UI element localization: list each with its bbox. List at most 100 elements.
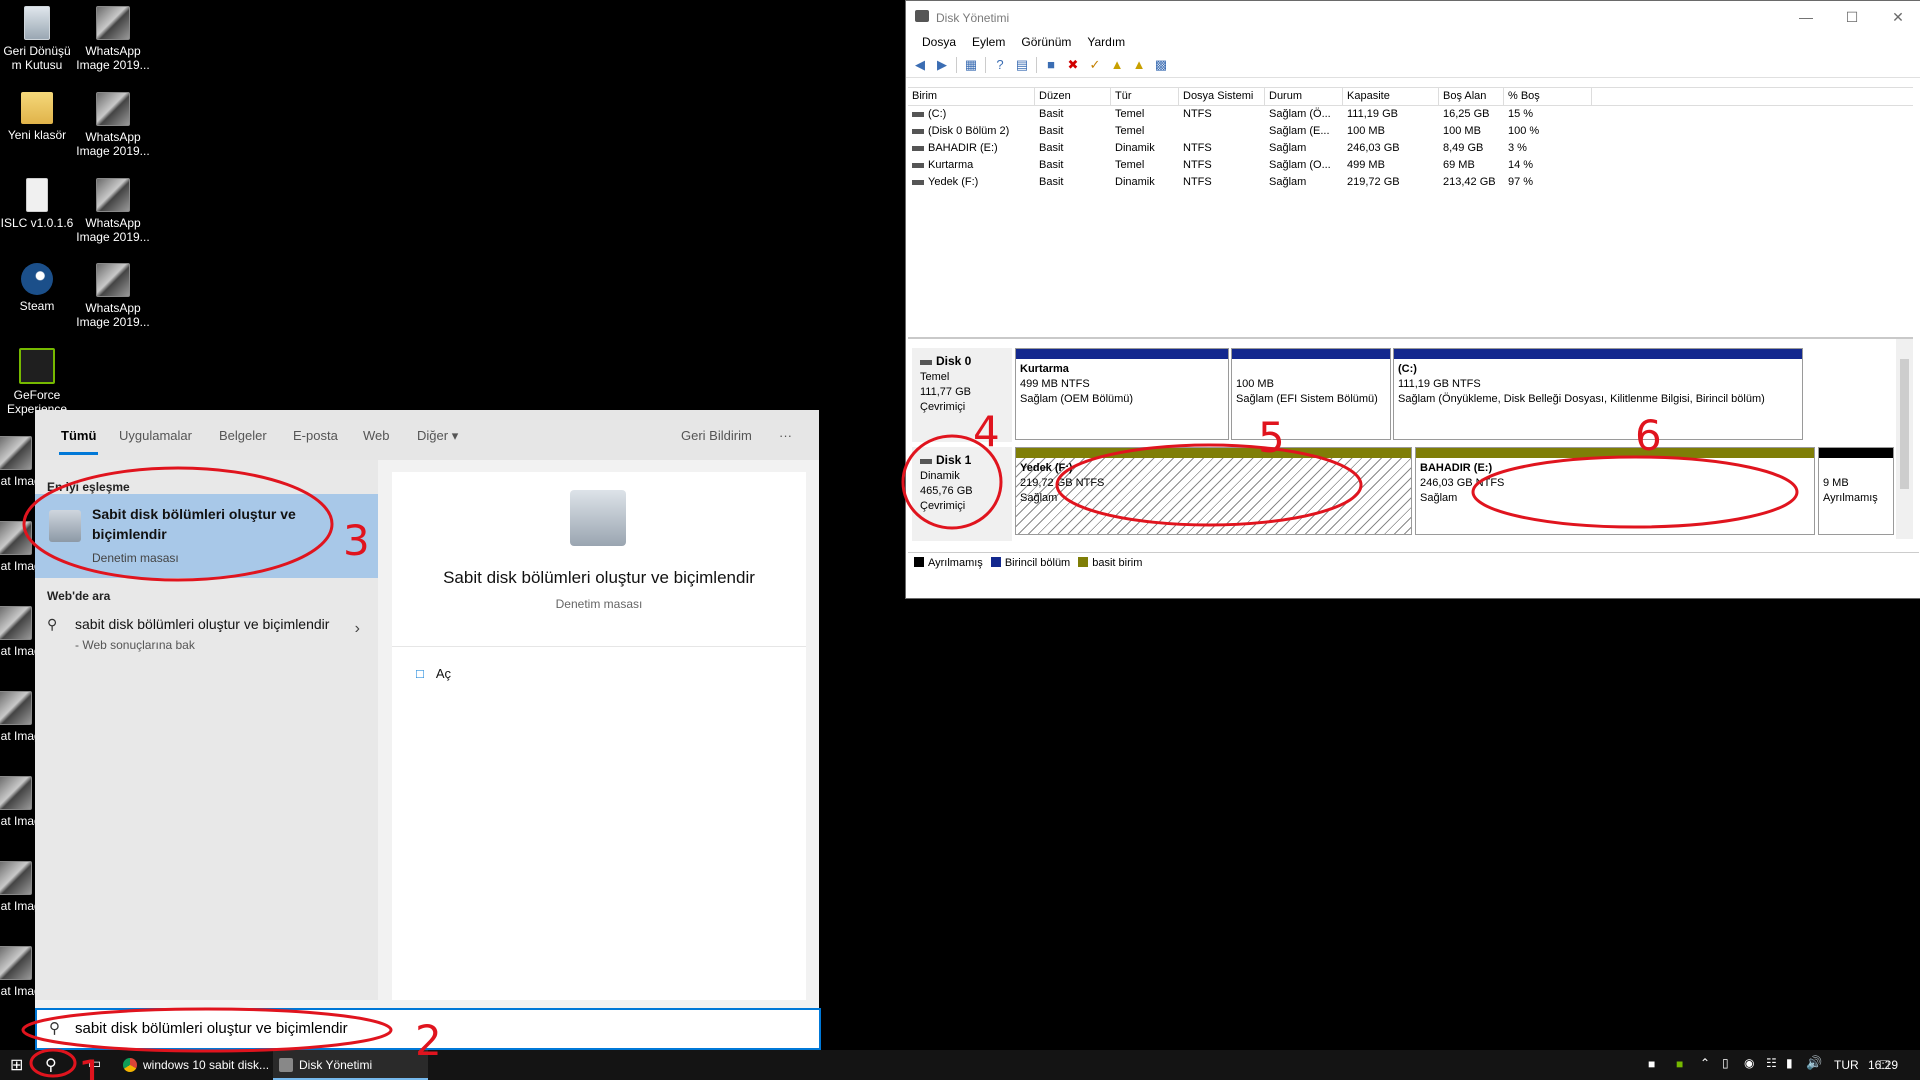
volume-icon (912, 128, 924, 134)
column-header[interactable]: Boş Alan (1439, 88, 1504, 105)
battery-icon[interactable]: ▮ (1786, 1056, 1793, 1070)
taskbar-app-chrome[interactable]: windows 10 sabit disk... (117, 1050, 270, 1080)
disk1-label[interactable]: Disk 1 Dinamik 465,76 GB Çevrimiçi (912, 447, 1012, 541)
properties-icon[interactable]: ▤ (1014, 57, 1030, 73)
desktop-file[interactable]: WhatsApp Image 2019... (73, 6, 153, 72)
desktop-file[interactable]: WhatsApp Image 2019... (73, 263, 153, 329)
search-results: En iyi eşleşme Sabit disk bölümleri oluş… (35, 460, 378, 1000)
disk-icon (920, 458, 932, 464)
tab-web[interactable]: Web (363, 428, 390, 443)
desktop-folder[interactable]: Yeni klasör (0, 92, 77, 142)
partition-efi[interactable]: 100 MB Sağlam (EFI Sistem Bölümü) (1231, 348, 1391, 440)
table-row[interactable]: Yedek (F:) Basit Dinamik NTFS Sağlam 219,72 … (908, 174, 1913, 191)
best-match-item[interactable]: Sabit disk bölümleri oluştur ve biçimlen… (35, 494, 378, 578)
connect-disk-icon[interactable]: ■ (1043, 57, 1059, 73)
desktop-geforce[interactable]: GeForce Experience (0, 348, 77, 416)
network-icon[interactable]: ☷ (1766, 1056, 1777, 1070)
image-file-icon (96, 178, 130, 212)
task-view-icon[interactable]: ▭ (88, 1055, 101, 1072)
search-folder-icon[interactable]: ▲ (1131, 57, 1147, 73)
delete-icon[interactable]: ✖ (1065, 57, 1081, 73)
up-icon[interactable]: ▲ (1109, 57, 1125, 73)
tab-diger[interactable]: Diğer ▾ (417, 428, 458, 444)
menu-dosya[interactable]: Dosya (914, 33, 964, 53)
language-indicator[interactable]: TUR (1834, 1050, 1859, 1080)
desktop-file[interactable]: WhatsApp Image 2019... (73, 92, 153, 158)
usb-icon[interactable]: ▯ (1722, 1056, 1729, 1070)
steam-tray-icon[interactable]: ◉ (1744, 1056, 1754, 1070)
desktop-app[interactable]: ISLC v1.0.1.6 (0, 178, 77, 230)
forward-icon[interactable]: ▶ (934, 57, 950, 73)
check-icon[interactable]: ✓ (1087, 57, 1103, 73)
column-header[interactable]: Kapasite (1343, 88, 1439, 105)
partition-yedek-f[interactable]: Yedek (F:) 219,72 GB NTFS Sağlam (1015, 447, 1412, 535)
windows-start-icon[interactable]: ⊞ (10, 1055, 23, 1075)
chrome-icon (123, 1058, 137, 1072)
column-header[interactable]: % Boş (1504, 88, 1592, 105)
menu-gorunum[interactable]: Görünüm (1013, 33, 1079, 53)
column-header[interactable]: Düzen (1035, 88, 1111, 105)
back-icon[interactable]: ◀ (912, 57, 928, 73)
tab-belgeler[interactable]: Belgeler (219, 428, 267, 443)
column-header[interactable]: Dosya Sistemi (1179, 88, 1265, 105)
web-search-item[interactable]: ⚲ sabit disk bölümleri oluştur ve biçiml… (35, 610, 378, 660)
table-row[interactable]: (C:) Basit Temel NTFS Sağlam (Ö... 111,19 GB… (908, 106, 1913, 123)
preview-subtitle: Denetim masası (555, 597, 643, 611)
partition-c[interactable]: (C:) 111,19 GB NTFS Sağlam (Önyükleme, Dis… (1393, 348, 1803, 440)
search-box[interactable]: ⚲ sabit disk bölümleri oluştur ve biçiml… (35, 1008, 821, 1050)
column-header[interactable]: Tür (1111, 88, 1179, 105)
control-panel-icon (570, 490, 626, 546)
partition-bahadir-e[interactable]: BAHADIR (E:) 246,03 GB NTFS Sağlam (1415, 447, 1815, 535)
tray-app-icon[interactable]: ■ (1648, 1057, 1655, 1071)
volume-icon (912, 179, 924, 185)
table-row[interactable]: Kurtarma Basit Temel NTFS Sağlam (O... 499 M… (908, 157, 1913, 174)
tab-uygulamalar[interactable]: Uygulamalar (119, 428, 192, 443)
taskbar-app-disk-management[interactable]: Disk Yönetimi (273, 1050, 428, 1080)
chevron-down-icon: ▾ (451, 428, 459, 443)
disk-icon (920, 359, 932, 365)
action-center-icon[interactable]: □ (1880, 1056, 1888, 1072)
start-search-panel: Tümü Uygulamalar Belgeler E-posta Web Di… (35, 410, 821, 1050)
minimize-button[interactable]: — (1783, 1, 1829, 33)
menu-yardim[interactable]: Yardım (1079, 33, 1133, 53)
maximize-button[interactable]: ☐ (1829, 1, 1875, 33)
partition-unallocated[interactable]: 9 MB Ayrılmamış (1818, 447, 1894, 535)
chevron-right-icon[interactable]: › (355, 620, 360, 638)
nvidia-tray-icon[interactable]: ■ (1676, 1057, 1683, 1071)
volume-icon[interactable]: 🔊 (1806, 1055, 1822, 1071)
volume-icon (912, 145, 924, 151)
recycle-bin-icon (24, 6, 50, 40)
close-button[interactable]: ✕ (1875, 1, 1920, 33)
disk-management-window: Disk Yönetimi — ☐ ✕ Dosya Eylem Görünüm … (905, 0, 1920, 599)
control-panel-icon (49, 510, 81, 542)
web-search-header: Web'de ara (47, 589, 111, 603)
search-input[interactable]: sabit disk bölümleri oluştur ve biçimlen… (75, 1020, 348, 1037)
tab-tumu[interactable]: Tümü (58, 428, 99, 455)
partition-kurtarma[interactable]: Kurtarma 499 MB NTFS Sağlam (OEM Bölümü) (1015, 348, 1229, 440)
table-row[interactable]: (Disk 0 Bölüm 2) Basit Temel Sağlam (E... 1… (908, 123, 1913, 140)
column-header[interactable]: Durum (1265, 88, 1343, 105)
help-icon[interactable]: ? (992, 57, 1008, 73)
scrollbar-thumb[interactable] (1900, 359, 1909, 489)
chevron-up-icon[interactable]: ⌃ (1700, 1056, 1710, 1070)
search-tabs: Tümü Uygulamalar Belgeler E-posta Web Di… (35, 410, 819, 460)
disk0-label[interactable]: Disk 0 Temel 111,77 GB Çevrimiçi (912, 348, 1012, 442)
desktop-steam[interactable]: Steam (0, 263, 77, 313)
table-row[interactable]: BAHADIR (E:) Basit Dinamik NTFS Sağlam 246,0… (908, 140, 1913, 157)
disk-management-icon (279, 1058, 293, 1072)
more-options-button[interactable]: ··· (779, 428, 792, 443)
recycle-bin[interactable]: Geri Dönüşü m Kutusu (0, 6, 77, 72)
menu-eylem[interactable]: Eylem (964, 33, 1013, 53)
column-header[interactable]: Birim (908, 88, 1035, 105)
search-icon[interactable]: ⚲ (45, 1055, 57, 1075)
tab-eposta[interactable]: E-posta (293, 428, 338, 443)
image-file-icon (0, 606, 32, 640)
taskbar: ⊞ ⚲ ▭ windows 10 sabit disk... Disk Yöne… (0, 1050, 1920, 1080)
vertical-scrollbar[interactable] (1896, 339, 1913, 539)
desktop-file[interactable]: WhatsApp Image 2019... (73, 178, 153, 244)
console-tree-icon[interactable]: ▦ (963, 57, 979, 73)
settings-icon[interactable]: ▩ (1153, 57, 1169, 73)
feedback-link[interactable]: Geri Bildirim (681, 428, 752, 443)
title-bar[interactable]: Disk Yönetimi — ☐ ✕ (906, 1, 1920, 33)
open-action[interactable]: □ Aç (416, 666, 451, 681)
